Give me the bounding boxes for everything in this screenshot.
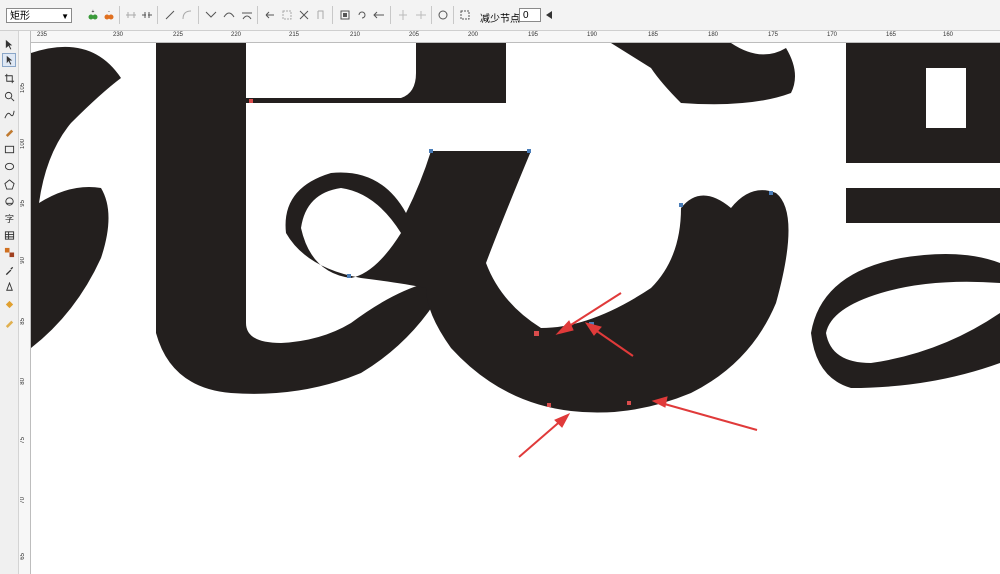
ellipse-tool-icon[interactable] <box>2 159 16 173</box>
crop-tool-icon[interactable] <box>2 71 16 85</box>
ruler-tick-h: 190 <box>587 32 598 38</box>
extract-subpath-icon[interactable] <box>297 8 311 22</box>
ruler-tick-v: 65 <box>20 553 26 560</box>
stretch-nodes-icon[interactable] <box>338 8 352 22</box>
smooth-node-icon[interactable] <box>222 8 236 22</box>
ruler-tick-h: 185 <box>648 32 659 38</box>
blend-tool-icon[interactable] <box>2 245 16 259</box>
fill-tool-icon[interactable] <box>2 297 16 311</box>
text-tool-icon[interactable]: 字 <box>2 211 16 225</box>
glyph-right-block <box>846 43 1000 163</box>
basic-shapes-icon[interactable] <box>2 194 16 208</box>
rectangle-tool-icon[interactable] <box>2 142 16 156</box>
mirror-vertical-icon[interactable] <box>414 8 428 22</box>
ruler-tick-h: 225 <box>173 32 184 38</box>
arrow-4 <box>660 402 758 431</box>
align-nodes-icon[interactable] <box>372 8 386 22</box>
ruler-tick-v: 90 <box>20 257 26 264</box>
join-nodes-icon[interactable] <box>124 8 138 22</box>
break-curve-icon[interactable] <box>140 8 154 22</box>
svg-text:+: + <box>92 9 95 15</box>
horizontal-ruler[interactable]: 235 230 225 220 215 210 205 200 195 190 185 180 175 1… <box>31 31 1000 43</box>
ruler-tick-v: 100 <box>20 139 26 150</box>
ruler-tick-v: 80 <box>20 378 26 385</box>
ruler-tick-h: 175 <box>768 32 779 38</box>
glyph-loop <box>285 151 789 413</box>
delete-node-icon[interactable]: - <box>102 8 116 22</box>
shape-type-select[interactable]: 矩形 ▼ <box>6 8 72 23</box>
glyph-right-bar <box>846 188 1000 223</box>
property-bar: 矩形 ▼ + - 减少节点 0 <box>0 0 1000 31</box>
to-line-icon[interactable] <box>163 8 177 22</box>
svg-text:字: 字 <box>4 213 13 224</box>
arrow-3 <box>518 417 565 458</box>
ruler-tick-v: 105 <box>20 83 26 94</box>
reverse-direction-icon[interactable] <box>263 8 277 22</box>
slider-arrow-icon[interactable] <box>542 8 556 22</box>
to-curve-icon[interactable] <box>180 8 194 22</box>
pick-tool-icon[interactable] <box>2 37 16 51</box>
ruler-tick-h: 165 <box>886 32 897 38</box>
ruler-tick-h: 215 <box>289 32 300 38</box>
artwork-svg <box>31 43 1000 458</box>
glyph-left-partial <box>31 46 121 348</box>
toolbox: 字 <box>0 31 19 574</box>
rotate-nodes-icon[interactable] <box>355 8 369 22</box>
smart-fill-icon[interactable] <box>2 124 16 138</box>
ruler-tick-v: 85 <box>20 318 26 325</box>
ruler-tick-h: 205 <box>409 32 420 38</box>
freehand-tool-icon[interactable] <box>2 107 16 121</box>
table-tool-icon[interactable] <box>2 228 16 242</box>
ruler-tick-h: 220 <box>231 32 242 38</box>
drawing-canvas[interactable] <box>31 43 1000 574</box>
svg-text:-: - <box>108 9 110 15</box>
add-node-icon[interactable]: + <box>86 8 100 22</box>
interactive-fill-icon[interactable] <box>2 315 16 329</box>
mirror-horizontal-icon[interactable] <box>396 8 410 22</box>
glyph-right-swoosh <box>811 254 1000 388</box>
ruler-tick-h: 210 <box>350 32 361 38</box>
ruler-tick-h: 235 <box>37 32 48 38</box>
ruler-tick-h: 170 <box>827 32 838 38</box>
close-curve-icon[interactable] <box>314 8 328 22</box>
shape-tool-icon[interactable] <box>2 53 16 67</box>
reduce-nodes-label: 减少节点 <box>480 14 520 25</box>
glyph-shapes <box>31 43 1000 413</box>
polygon-tool-icon[interactable] <box>2 177 16 191</box>
symmetric-node-icon[interactable] <box>240 8 254 22</box>
vertical-ruler[interactable]: 105 100 95 90 85 80 75 70 65 <box>19 31 31 574</box>
eyedropper-icon[interactable] <box>2 263 16 277</box>
ruler-tick-v: 95 <box>20 200 26 207</box>
shape-type-value: 矩形 <box>10 11 30 22</box>
ruler-tick-h: 180 <box>708 32 719 38</box>
ruler-tick-v: 70 <box>20 497 26 504</box>
select-all-nodes-icon[interactable] <box>458 8 472 22</box>
extend-curve-icon[interactable] <box>280 8 294 22</box>
ruler-tick-h: 230 <box>113 32 124 38</box>
elastic-mode-icon[interactable] <box>436 8 450 22</box>
glyph-top-blob <box>611 43 795 105</box>
ruler-tick-h: 200 <box>468 32 479 38</box>
ruler-tick-h: 160 <box>943 32 954 38</box>
outline-tool-icon[interactable] <box>2 280 16 294</box>
chevron-down-icon[interactable]: ▼ <box>61 9 69 24</box>
cusp-node-icon[interactable] <box>204 8 218 22</box>
ruler-tick-h: 195 <box>528 32 539 38</box>
reduce-nodes-input[interactable]: 0 <box>519 8 541 22</box>
zoom-tool-icon[interactable] <box>2 89 16 103</box>
ruler-tick-v: 75 <box>20 437 26 444</box>
